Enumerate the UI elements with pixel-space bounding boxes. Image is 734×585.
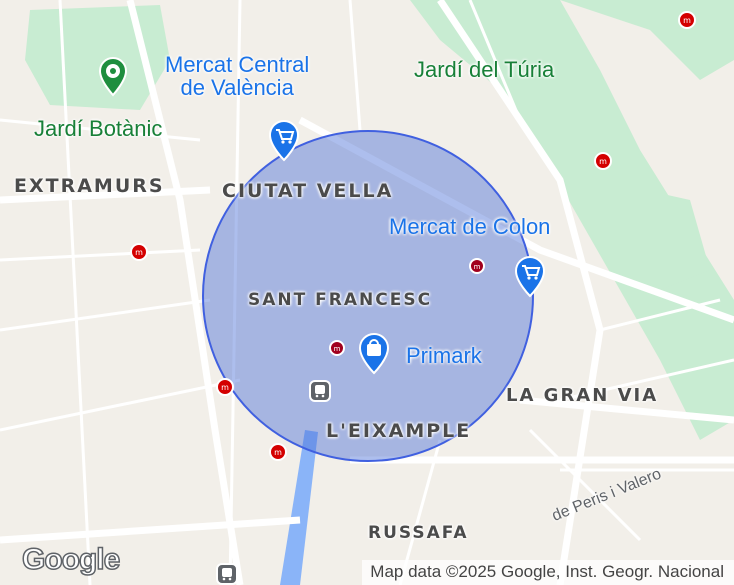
shopping-cart-icon[interactable] <box>512 254 548 303</box>
svg-text:m: m <box>135 248 143 257</box>
metro-station-icon[interactable]: m <box>329 340 345 361</box>
shopping-cart-icon[interactable] <box>266 118 302 167</box>
metro-station-icon[interactable]: m <box>469 258 485 279</box>
place-label-jardi-botanic[interactable]: Jardí Botànic <box>34 118 162 140</box>
metro-station-icon[interactable]: m <box>678 11 696 34</box>
svg-text:m: m <box>274 448 282 457</box>
garden-icon[interactable] <box>96 55 130 102</box>
place-label-jardi-turia[interactable]: Jardí del Túria <box>414 59 554 81</box>
svg-text:m: m <box>334 345 341 353</box>
train-station-icon[interactable] <box>216 563 238 585</box>
svg-text:m: m <box>599 157 607 166</box>
place-label-mercat-colon[interactable]: Mercat de Colon <box>389 216 550 238</box>
svg-text:m: m <box>474 263 481 271</box>
train-station-icon[interactable] <box>309 380 331 407</box>
metro-station-icon[interactable]: m <box>216 378 234 401</box>
svg-text:m: m <box>221 383 229 392</box>
district-label-russafa: RUSSAFA <box>368 523 469 543</box>
map-view[interactable]: EXTRAMURS CIUTAT VELLA SANT FRANCESC L'E… <box>0 0 734 585</box>
metro-station-icon[interactable]: m <box>269 443 287 466</box>
place-label-mercat-central[interactable]: Mercat Central de València <box>165 53 309 99</box>
map-attribution[interactable]: Map data ©2025 Google, Inst. Geogr. Naci… <box>362 560 734 585</box>
district-label-eixample: L'EIXAMPLE <box>326 420 472 442</box>
metro-station-icon[interactable]: m <box>594 152 612 175</box>
district-label-extramurs: EXTRAMURS <box>14 175 165 197</box>
shopping-bag-icon[interactable] <box>356 331 392 380</box>
svg-text:m: m <box>683 16 691 25</box>
district-label-la-gran-via: LA GRAN VIA <box>506 385 659 406</box>
district-label-sant-francesc: SANT FRANCESC <box>248 290 433 310</box>
district-label-ciutat-vella: CIUTAT VELLA <box>222 180 394 202</box>
place-label-primark[interactable]: Primark <box>406 345 482 367</box>
metro-station-icon[interactable]: m <box>130 243 148 266</box>
google-logo: Google <box>21 542 121 577</box>
